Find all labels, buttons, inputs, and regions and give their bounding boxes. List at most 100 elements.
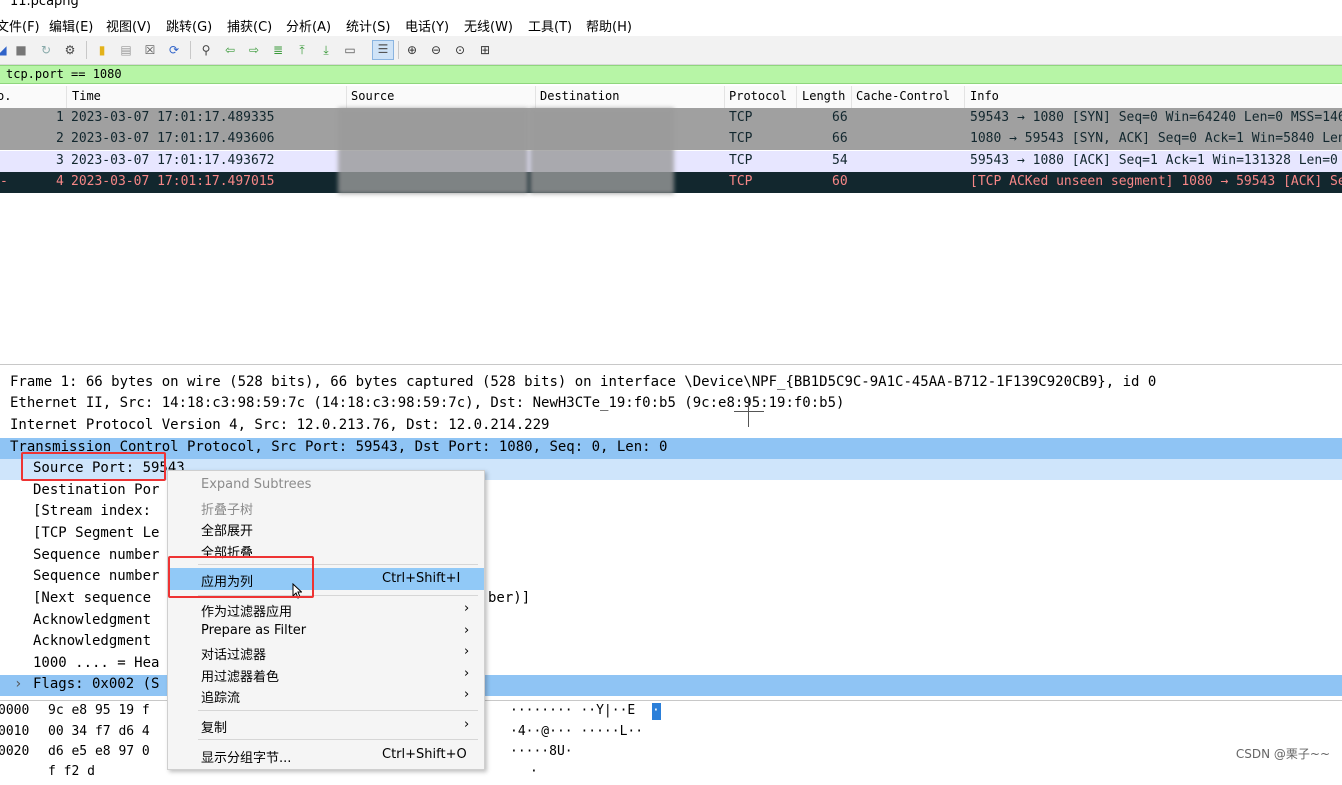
menu-help[interactable]: 帮助(H) [586, 16, 632, 35]
packet-info: [TCP ACKed unseen segment] 1080 → 59543 … [970, 174, 1342, 189]
close-file-icon[interactable]: ☒ [142, 42, 158, 58]
packet-length: 66 [832, 110, 848, 125]
menu-bar: 文件(F) 编辑(E) 视图(V) 跳转(G) 捕获(C) 分析(A) 统计(S… [0, 14, 1342, 36]
first-packet-icon[interactable]: ⤒ [294, 42, 310, 58]
menu-expand-all[interactable]: 全部展开 [168, 517, 484, 539]
menu-show-packet-bytes[interactable]: 显示分组字节... Ctrl+Shift+O [168, 744, 484, 766]
menu-file[interactable]: 文件(F) [0, 16, 40, 35]
col-header-time[interactable]: Time [72, 89, 101, 103]
menu-apply-as-filter[interactable]: 作为过滤器应用 › [168, 598, 484, 620]
menu-edit[interactable]: 编辑(E) [49, 16, 93, 35]
stop-icon[interactable]: ■ [13, 42, 29, 58]
zoom-out-icon[interactable]: ⊖ [428, 42, 444, 58]
menu-collapse-subtrees[interactable]: 折叠子树 [168, 496, 484, 518]
packet-protocol: TCP [729, 153, 753, 168]
submenu-arrow-icon: › [464, 717, 470, 732]
menu-statistics[interactable]: 统计(S) [346, 16, 390, 35]
detail-next-seq-tail: ber)] [488, 590, 531, 606]
detail-frame[interactable]: Frame 1: 66 bytes on wire (528 bits), 66… [0, 373, 1342, 394]
packet-no: 1 [56, 110, 64, 125]
ascii-selection: · [652, 703, 661, 720]
menu-view[interactable]: 视图(V) [106, 16, 151, 35]
packet-length: 66 [832, 131, 848, 146]
packet-list: o. Time Source Destination Protocol Leng… [0, 86, 1342, 366]
packet-no: 3 [56, 153, 64, 168]
packet-info: 1080 → 59543 [SYN, ACK] Seq=0 Ack=1 Win=… [970, 131, 1342, 146]
packet-protocol: TCP [729, 131, 753, 146]
col-header-length[interactable]: Length [802, 89, 845, 103]
packet-protocol: TCP [729, 110, 753, 125]
move-cursor-icon [734, 397, 764, 427]
menu-wireless[interactable]: 无线(W) [464, 16, 513, 35]
col-header-destination[interactable]: Destination [540, 89, 619, 103]
goto-packet-icon[interactable]: ≣ [270, 42, 286, 58]
redacted-source [338, 108, 528, 194]
packet-time: 2023-03-07 17:01:17.493606 [71, 131, 275, 146]
expand-arrow-icon[interactable]: › [14, 676, 22, 692]
window-title: 11.pcapng [10, 0, 79, 9]
menu-copy[interactable]: 复制 › [168, 714, 484, 736]
zoom-normal-icon[interactable]: ⊙ [452, 42, 468, 58]
watermark: CSDN @栗子~~ [1235, 747, 1330, 761]
detail-ipv4[interactable]: Internet Protocol Version 4, Src: 12.0.2… [0, 416, 1342, 437]
submenu-arrow-icon: › [464, 666, 470, 681]
back-arrow-icon[interactable]: ⇦ [222, 42, 238, 58]
restart-icon[interactable]: ↻ [38, 42, 54, 58]
main-toolbar: ◢ ■ ↻ ⚙ ▮ ▤ ☒ ⟳ ⚲ ⇦ ⇨ ≣ ⤒ ⤓ ▭ ☰ ⊕ ⊖ ⊙ ⊞ [0, 36, 1342, 65]
packet-list-header: o. Time Source Destination Protocol Leng… [0, 86, 1342, 109]
find-icon[interactable]: ⚲ [198, 42, 214, 58]
colorize-icon[interactable]: ☰ [372, 40, 394, 60]
menu-analyze[interactable]: 分析(A) [286, 16, 331, 35]
submenu-arrow-icon: › [464, 623, 470, 638]
highlight-box-apply-as-column [168, 556, 314, 598]
menu-expand-subtrees[interactable]: Expand Subtrees [168, 474, 484, 496]
packet-length: 60 [832, 174, 848, 189]
menu-follow-stream[interactable]: 追踪流 › [168, 684, 484, 706]
packet-no: 2 [56, 131, 64, 146]
autoscroll-icon[interactable]: ▭ [342, 42, 358, 58]
col-header-cache-control[interactable]: Cache-Control [856, 89, 950, 103]
redacted-destination [530, 108, 674, 194]
options-gear-icon[interactable]: ⚙ [62, 42, 78, 58]
packet-info: 59543 → 1080 [SYN] Seq=0 Win=64240 Len=0… [970, 110, 1342, 125]
menu-go[interactable]: 跳转(G) [166, 16, 212, 35]
menu-capture[interactable]: 捕获(C) [227, 16, 272, 35]
submenu-arrow-icon: › [464, 644, 470, 659]
packet-no: 4 [56, 174, 64, 189]
menu-separator [198, 710, 478, 711]
open-folder-icon[interactable]: ▮ [94, 42, 110, 58]
detail-ethernet[interactable]: Ethernet II, Src: 14:18:c3:98:59:7c (14:… [0, 394, 1342, 415]
col-header-source[interactable]: Source [351, 89, 394, 103]
packet-protocol: TCP [729, 174, 753, 189]
zoom-in-icon[interactable]: ⊕ [404, 42, 420, 58]
forward-arrow-icon[interactable]: ⇨ [246, 42, 262, 58]
menu-tools[interactable]: 工具(T) [528, 16, 572, 35]
submenu-arrow-icon: › [464, 601, 470, 616]
file-icon[interactable]: ▤ [118, 42, 134, 58]
menu-telephony[interactable]: 电话(Y) [405, 16, 449, 35]
packet-time: 2023-03-07 17:01:17.493672 [71, 153, 275, 168]
context-menu: Expand Subtrees 折叠子树 全部展开 全部折叠 应用为列 Ctrl… [167, 470, 485, 770]
last-packet-icon[interactable]: ⤓ [318, 42, 334, 58]
packet-marker: - [0, 174, 8, 189]
packet-length: 54 [832, 153, 848, 168]
title-bar: 11.pcapng [0, 0, 1342, 14]
detail-tcp[interactable]: Transmission Control Protocol, Src Port:… [0, 438, 1342, 459]
menu-conversation-filter[interactable]: 对话过滤器 › [168, 641, 484, 663]
packet-time: 2023-03-07 17:01:17.489335 [71, 110, 275, 125]
menu-separator [198, 739, 478, 740]
col-header-no[interactable]: o. [0, 89, 11, 103]
packet-time: 2023-03-07 17:01:17.497015 [71, 174, 275, 189]
shark-fin-start-icon[interactable]: ◢ [0, 42, 10, 58]
resize-columns-icon[interactable]: ⊞ [477, 42, 493, 58]
col-header-protocol[interactable]: Protocol [729, 89, 787, 103]
display-filter-input[interactable] [2, 66, 1310, 82]
packet-info: 59543 → 1080 [ACK] Seq=1 Ack=1 Win=13132… [970, 153, 1338, 168]
menu-prepare-as-filter[interactable]: Prepare as Filter › [168, 620, 484, 642]
reload-icon[interactable]: ⟳ [166, 42, 182, 58]
highlight-box-source-port [21, 452, 166, 481]
col-header-info[interactable]: Info [970, 89, 999, 103]
submenu-arrow-icon: › [464, 687, 470, 702]
menu-colorize-with-filter[interactable]: 用过滤器着色 › [168, 663, 484, 685]
display-filter-bar [0, 65, 1342, 84]
